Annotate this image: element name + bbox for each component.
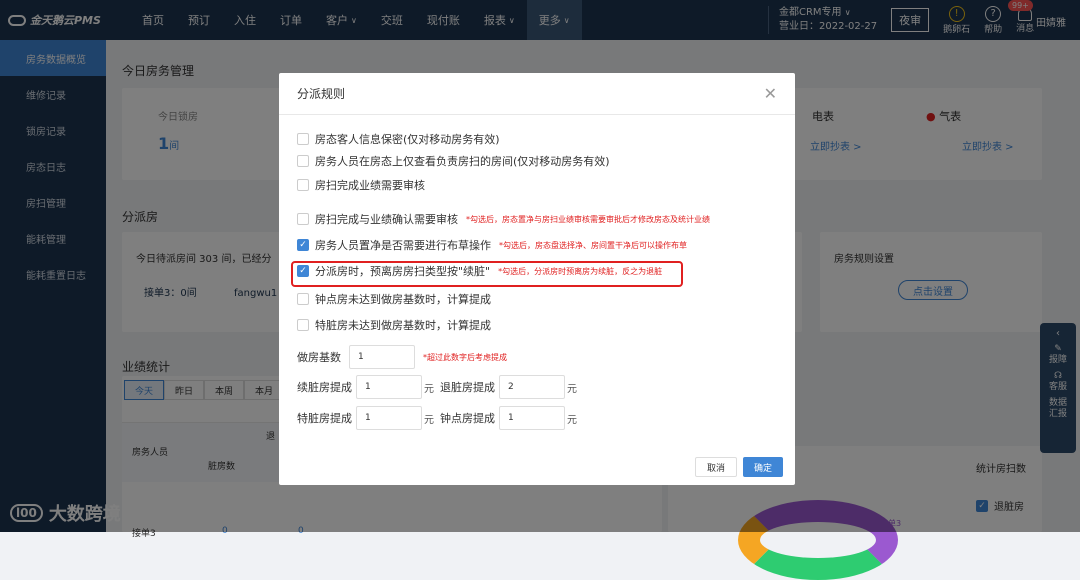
- base-row: 做房基数 1 *超过此数字后考虑提成: [297, 345, 507, 369]
- rule-option-label: 房态客人信息保密(仅对移动房务有效): [315, 133, 500, 146]
- rule-option-label: 房扫完成与业绩确认需要审核: [315, 213, 458, 226]
- checkbox-icon[interactable]: [297, 179, 309, 191]
- checkbox-checked-icon[interactable]: ✓: [297, 239, 309, 251]
- field-row-3: 特脏房提成 1 元: [297, 406, 434, 430]
- field-row-4: 钟点房提成 1 元: [440, 406, 577, 430]
- rule-option[interactable]: 房态客人信息保密(仅对移动房务有效): [297, 131, 500, 147]
- dirty-stay-input[interactable]: 1: [356, 375, 422, 399]
- base-input[interactable]: 1: [349, 345, 415, 369]
- field-row-1: 续脏房提成 1 元: [297, 375, 434, 399]
- rule-option-label: 特脏房未达到做房基数时，计算提成: [315, 319, 491, 332]
- rule-option-label: 钟点房未达到做房基数时，计算提成: [315, 293, 491, 306]
- modal-title: 分派规则: [297, 87, 346, 101]
- assign-rules-dialog: 分派规则 ✕ 房态客人信息保密(仅对移动房务有效) 房务人员在房态上仅查看负责房扫…: [279, 73, 795, 485]
- rule-option[interactable]: 钟点房未达到做房基数时，计算提成: [297, 291, 491, 307]
- field-row-2: 退脏房提成 2 元: [440, 375, 577, 399]
- cancel-button[interactable]: 取消: [695, 457, 737, 477]
- rule-option-hint: *勾选后，房态盘选择净、房间置干净后可以操作布草: [499, 240, 687, 250]
- unit-label: 元: [424, 414, 434, 426]
- rule-option-label: 分派房时，预离房房扫类型按"续脏": [315, 265, 491, 278]
- rule-option-label: 房务人员置净是否需要进行布草操作: [315, 239, 491, 252]
- rule-option-hint: *勾选后，房态置净与房扫业绩审核需要审批后才修改房态及统计业绩: [466, 214, 710, 224]
- checkbox-icon[interactable]: [297, 133, 309, 145]
- unit-label: 元: [567, 383, 577, 395]
- special-dirty-input[interactable]: 1: [356, 406, 422, 430]
- checkbox-icon[interactable]: [297, 213, 309, 225]
- unit-label: 元: [567, 414, 577, 426]
- field-label: 续脏房提成: [297, 381, 352, 394]
- field-label: 特脏房提成: [297, 412, 352, 425]
- field-label: 退脏房提成: [440, 381, 495, 394]
- checkbox-checked-icon[interactable]: ✓: [297, 265, 309, 277]
- rule-option-label: 房务人员在房态上仅查看负责房扫的房间(仅对移动房务有效): [315, 155, 610, 168]
- rule-option-label: 房扫完成业绩需要审核: [315, 179, 425, 192]
- rule-option-hint: *勾选后，分派房时预离房为续脏，反之为退脏: [498, 266, 663, 276]
- confirm-button[interactable]: 确定: [743, 457, 783, 477]
- rule-option[interactable]: ✓ 房务人员置净是否需要进行布草操作 *勾选后，房态盘选择净、房间置干净后可以操作布…: [297, 237, 687, 253]
- rule-option[interactable]: 特脏房未达到做房基数时，计算提成: [297, 317, 491, 333]
- checkbox-icon[interactable]: [297, 293, 309, 305]
- checkbox-icon[interactable]: [297, 319, 309, 331]
- checkbox-icon[interactable]: [297, 155, 309, 167]
- dirty-checkout-input[interactable]: 2: [499, 375, 565, 399]
- unit-label: 元: [424, 383, 434, 395]
- base-hint: *超过此数字后考虑提成: [423, 352, 507, 362]
- base-label: 做房基数: [297, 351, 341, 364]
- field-label: 钟点房提成: [440, 412, 495, 425]
- rule-option[interactable]: 房扫完成与业绩确认需要审核 *勾选后，房态置净与房扫业绩审核需要审批后才修改房态及…: [297, 211, 710, 227]
- rule-option[interactable]: ✓ 分派房时，预离房房扫类型按"续脏" *勾选后，分派房时预离房为续脏，反之为退脏: [297, 263, 662, 279]
- hourly-room-input[interactable]: 1: [499, 406, 565, 430]
- close-icon[interactable]: ✕: [764, 84, 777, 103]
- modal-header: 分派规则 ✕: [279, 73, 795, 115]
- rule-option[interactable]: 房务人员在房态上仅查看负责房扫的房间(仅对移动房务有效): [297, 153, 610, 169]
- rule-option[interactable]: 房扫完成业绩需要审核: [297, 177, 425, 193]
